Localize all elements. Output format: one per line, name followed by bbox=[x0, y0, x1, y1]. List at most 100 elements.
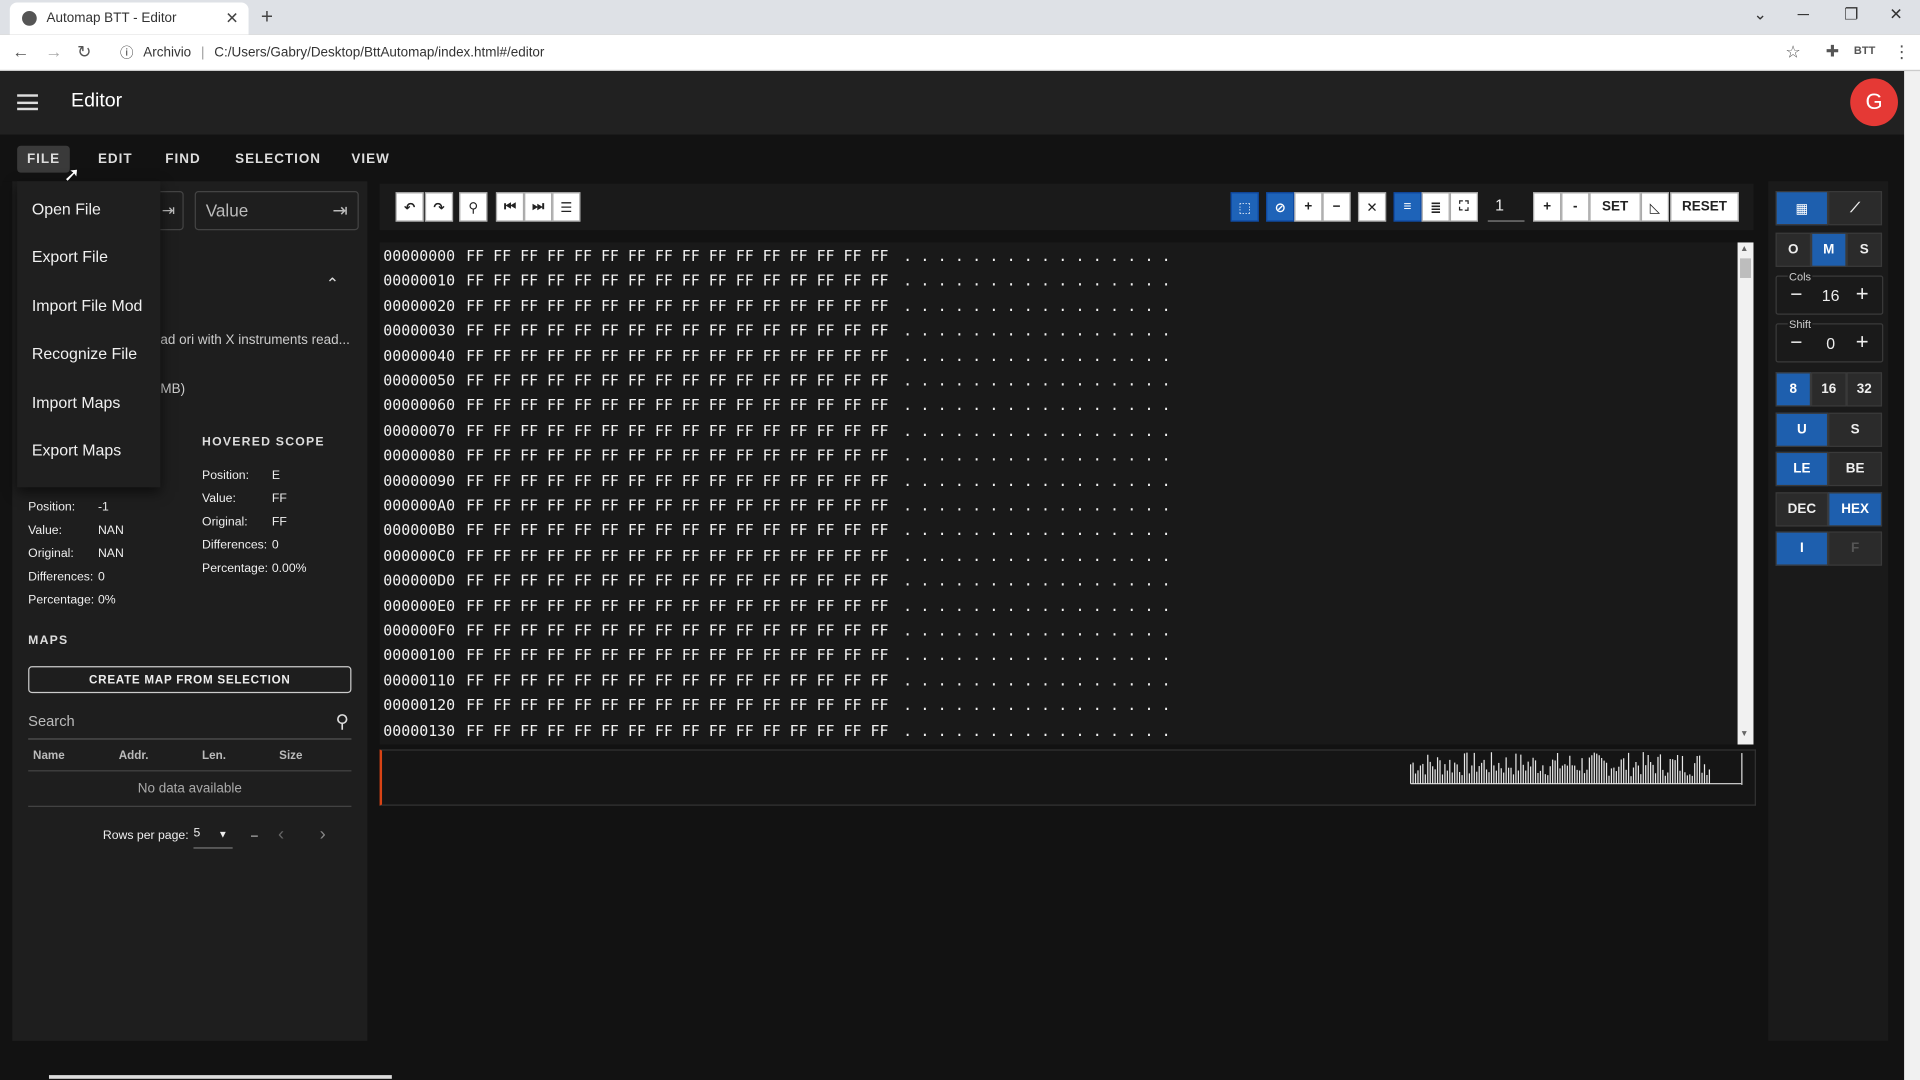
reload-icon[interactable]: ↻ bbox=[77, 42, 91, 63]
hex-row[interactable]: 000000E0 FF FF FF FF FF FF FF FF FF FF FF… bbox=[383, 593, 1170, 617]
step-minus-button[interactable]: - bbox=[1561, 192, 1590, 222]
url-field[interactable]: ⓘ Archivio | C:/Users/Gabry/Desktop/BttA… bbox=[108, 38, 1810, 67]
scroll-up-icon[interactable]: ▲ bbox=[1740, 245, 1748, 254]
hex-row[interactable]: 000000D0 FF FF FF FF FF FF FF FF FF FF FF… bbox=[383, 568, 1170, 592]
menu-view[interactable]: VIEW bbox=[342, 146, 400, 173]
hex-row[interactable]: 00000040 FF FF FF FF FF FF FF FF FF FF FF… bbox=[383, 344, 1170, 368]
forward-icon[interactable]: → bbox=[45, 42, 62, 62]
signed-button[interactable]: S bbox=[1828, 412, 1883, 447]
extensions-icon[interactable]: ✚ bbox=[1826, 42, 1839, 62]
next-page-icon[interactable]: › bbox=[320, 824, 326, 845]
hex-row[interactable]: 00000110 FF FF FF FF FF FF FF FF FF FF FF… bbox=[383, 668, 1170, 692]
hex-row[interactable]: 00000010 FF FF FF FF FF FF FF FF FF FF FF… bbox=[383, 269, 1170, 293]
hex-ascii[interactable]: . . . . . . . . . . . . . . . . bbox=[903, 447, 1171, 464]
undo-icon[interactable]: ↶ bbox=[395, 192, 424, 222]
disable-icon[interactable]: ⊘ bbox=[1266, 192, 1295, 222]
hex-row[interactable]: 00000090 FF FF FF FF FF FF FF FF FF FF FF… bbox=[383, 468, 1170, 492]
hex-bytes[interactable]: FF FF FF FF FF FF FF FF FF FF FF FF FF F… bbox=[466, 447, 888, 464]
tab-close-icon[interactable]: ✕ bbox=[225, 9, 238, 29]
hex-bytes[interactable]: FF FF FF FF FF FF FF FF FF FF FF FF FF F… bbox=[466, 572, 888, 589]
search-icon[interactable]: ⚲ bbox=[336, 710, 349, 732]
hex-row[interactable]: 00000070 FF FF FF FF FF FF FF FF FF FF FF… bbox=[383, 419, 1170, 443]
value-input[interactable]: Value ⇥ bbox=[194, 191, 359, 231]
hex-row[interactable]: 00000020 FF FF FF FF FF FF FF FF FF FF FF… bbox=[383, 294, 1170, 318]
go-start-icon[interactable]: ⏮ bbox=[495, 192, 525, 222]
menu-item-recognize-file[interactable]: Recognize File bbox=[32, 344, 137, 362]
float-button[interactable]: F bbox=[1828, 531, 1883, 566]
hex-row[interactable]: 00000120 FF FF FF FF FF FF FF FF FF FF FF… bbox=[383, 693, 1170, 717]
create-map-button[interactable]: CREATE MAP FROM SELECTION bbox=[28, 666, 352, 694]
bookmark-star-icon[interactable]: ☆ bbox=[1785, 42, 1800, 63]
more-menu-icon[interactable]: ⋮ bbox=[1893, 42, 1910, 63]
shift-stepper[interactable]: Shift − 0 + bbox=[1775, 318, 1884, 363]
bits-32-button[interactable]: 32 bbox=[1846, 372, 1883, 407]
hex-button[interactable]: HEX bbox=[1828, 492, 1883, 527]
hex-bytes[interactable]: FF FF FF FF FF FF FF FF FF FF FF FF FF F… bbox=[466, 347, 888, 364]
hex-bytes[interactable]: FF FF FF FF FF FF FF FF FF FF FF FF FF F… bbox=[466, 672, 888, 689]
hex-bytes[interactable]: FF FF FF FF FF FF FF FF FF FF FF FF FF F… bbox=[466, 722, 888, 739]
hex-bytes[interactable]: FF FF FF FF FF FF FF FF FF FF FF FF FF F… bbox=[466, 247, 888, 264]
hex-ascii[interactable]: . . . . . . . . . . . . . . . . bbox=[903, 497, 1171, 514]
step-input[interactable]: 1 bbox=[1487, 192, 1525, 222]
hex-row[interactable]: 00000000 FF FF FF FF FF FF FF FF FF FF FF… bbox=[383, 244, 1170, 268]
table-view-icon[interactable]: ▦ bbox=[1775, 191, 1829, 226]
hex-row[interactable]: 000000C0 FF FF FF FF FF FF FF FF FF FF FF… bbox=[383, 543, 1170, 567]
select-area-icon[interactable]: ⬚ bbox=[1230, 192, 1259, 222]
hex-row[interactable]: 00000130 FF FF FF FF FF FF FF FF FF FF FF… bbox=[383, 718, 1170, 742]
hex-row[interactable]: 00000050 FF FF FF FF FF FF FF FF FF FF FF… bbox=[383, 369, 1170, 393]
unsigned-button[interactable]: U bbox=[1775, 412, 1829, 447]
new-tab-icon[interactable]: + bbox=[261, 5, 273, 29]
hex-ascii[interactable]: . . . . . . . . . . . . . . . . bbox=[903, 722, 1171, 739]
hex-ascii[interactable]: . . . . . . . . . . . . . . . . bbox=[903, 597, 1171, 614]
hex-ascii[interactable]: . . . . . . . . . . . . . . . . bbox=[903, 522, 1171, 539]
ramp-icon[interactable]: ◺ bbox=[1640, 192, 1669, 222]
menu-item-open-file[interactable]: Open File bbox=[32, 200, 101, 218]
restore-icon[interactable]: ❐ bbox=[1844, 5, 1858, 25]
hex-bytes[interactable]: FF FF FF FF FF FF FF FF FF FF FF FF FF F… bbox=[466, 497, 888, 514]
hex-ascii[interactable]: . . . . . . . . . . . . . . . . bbox=[903, 472, 1171, 489]
step-plus-button[interactable]: + bbox=[1533, 192, 1562, 222]
set-button[interactable]: SET bbox=[1589, 192, 1641, 222]
menu-file[interactable]: FILE bbox=[17, 145, 70, 173]
hex-bytes[interactable]: FF FF FF FF FF FF FF FF FF FF FF FF FF F… bbox=[466, 697, 888, 714]
cols-stepper[interactable]: Cols − 16 + bbox=[1775, 270, 1884, 315]
page-scrollbar[interactable] bbox=[1904, 71, 1920, 1080]
chart-view-icon[interactable]: ⟋ bbox=[1828, 191, 1883, 226]
hamburger-menu-icon[interactable] bbox=[17, 94, 38, 111]
bits-16-button[interactable]: 16 bbox=[1811, 372, 1847, 407]
fullscreen-icon[interactable]: ⛶ bbox=[1449, 192, 1478, 222]
col-name[interactable]: Name bbox=[33, 749, 65, 762]
hex-ascii[interactable]: . . . . . . . . . . . . . . . . bbox=[903, 672, 1171, 689]
hex-row[interactable]: 000000F0 FF FF FF FF FF FF FF FF FF FF FF… bbox=[383, 618, 1170, 642]
col-addr[interactable]: Addr. bbox=[119, 749, 149, 762]
search-icon[interactable]: ⚲ bbox=[459, 192, 488, 222]
btt-extension-icon[interactable]: BTT bbox=[1854, 44, 1875, 56]
hex-ascii[interactable]: . . . . . . . . . . . . . . . . bbox=[903, 422, 1171, 439]
col-size[interactable]: Size bbox=[279, 749, 302, 762]
hex-bytes[interactable]: FF FF FF FF FF FF FF FF FF FF FF FF FF F… bbox=[466, 522, 888, 539]
hex-row[interactable]: 00000030 FF FF FF FF FF FF FF FF FF FF FF… bbox=[383, 319, 1170, 343]
bits-8-button[interactable]: 8 bbox=[1775, 372, 1812, 407]
profile-down-icon[interactable]: ⌄ bbox=[1753, 5, 1766, 25]
menu-find[interactable]: FIND bbox=[156, 146, 211, 173]
align-left-icon[interactable]: ≡ bbox=[1393, 192, 1422, 222]
browser-tab[interactable]: Automap BTT - Editor ✕ bbox=[9, 2, 249, 35]
hex-ascii[interactable]: . . . . . . . . . . . . . . . . bbox=[903, 622, 1171, 639]
mode-s-button[interactable]: S bbox=[1846, 232, 1883, 267]
rows-per-page-select[interactable]: 5 ▼ bbox=[193, 827, 233, 849]
hex-row[interactable]: 000000A0 FF FF FF FF FF FF FF FF FF FF FF… bbox=[383, 493, 1170, 517]
cols-plus-icon[interactable]: + bbox=[1856, 282, 1869, 308]
decimal-button[interactable]: DEC bbox=[1775, 492, 1829, 527]
apply-value-icon[interactable]: ⇥ bbox=[332, 200, 347, 222]
hex-ascii[interactable]: . . . . . . . . . . . . . . . . bbox=[903, 272, 1171, 289]
integer-button[interactable]: I bbox=[1775, 531, 1829, 566]
collapse-chevron-icon[interactable]: ⌃ bbox=[326, 274, 339, 294]
hex-bytes[interactable]: FF FF FF FF FF FF FF FF FF FF FF FF FF F… bbox=[466, 647, 888, 664]
redo-icon[interactable]: ↷ bbox=[424, 192, 454, 222]
go-end-icon[interactable]: ⏭ bbox=[524, 192, 553, 222]
hex-ascii[interactable]: . . . . . . . . . . . . . . . . bbox=[903, 547, 1171, 564]
hex-bytes[interactable]: FF FF FF FF FF FF FF FF FF FF FF FF FF F… bbox=[466, 322, 888, 339]
big-endian-button[interactable]: BE bbox=[1828, 451, 1883, 487]
menu-item-import-file-mod[interactable]: Import File Mod bbox=[32, 296, 143, 314]
zoom-in-icon[interactable]: + bbox=[1294, 192, 1323, 222]
